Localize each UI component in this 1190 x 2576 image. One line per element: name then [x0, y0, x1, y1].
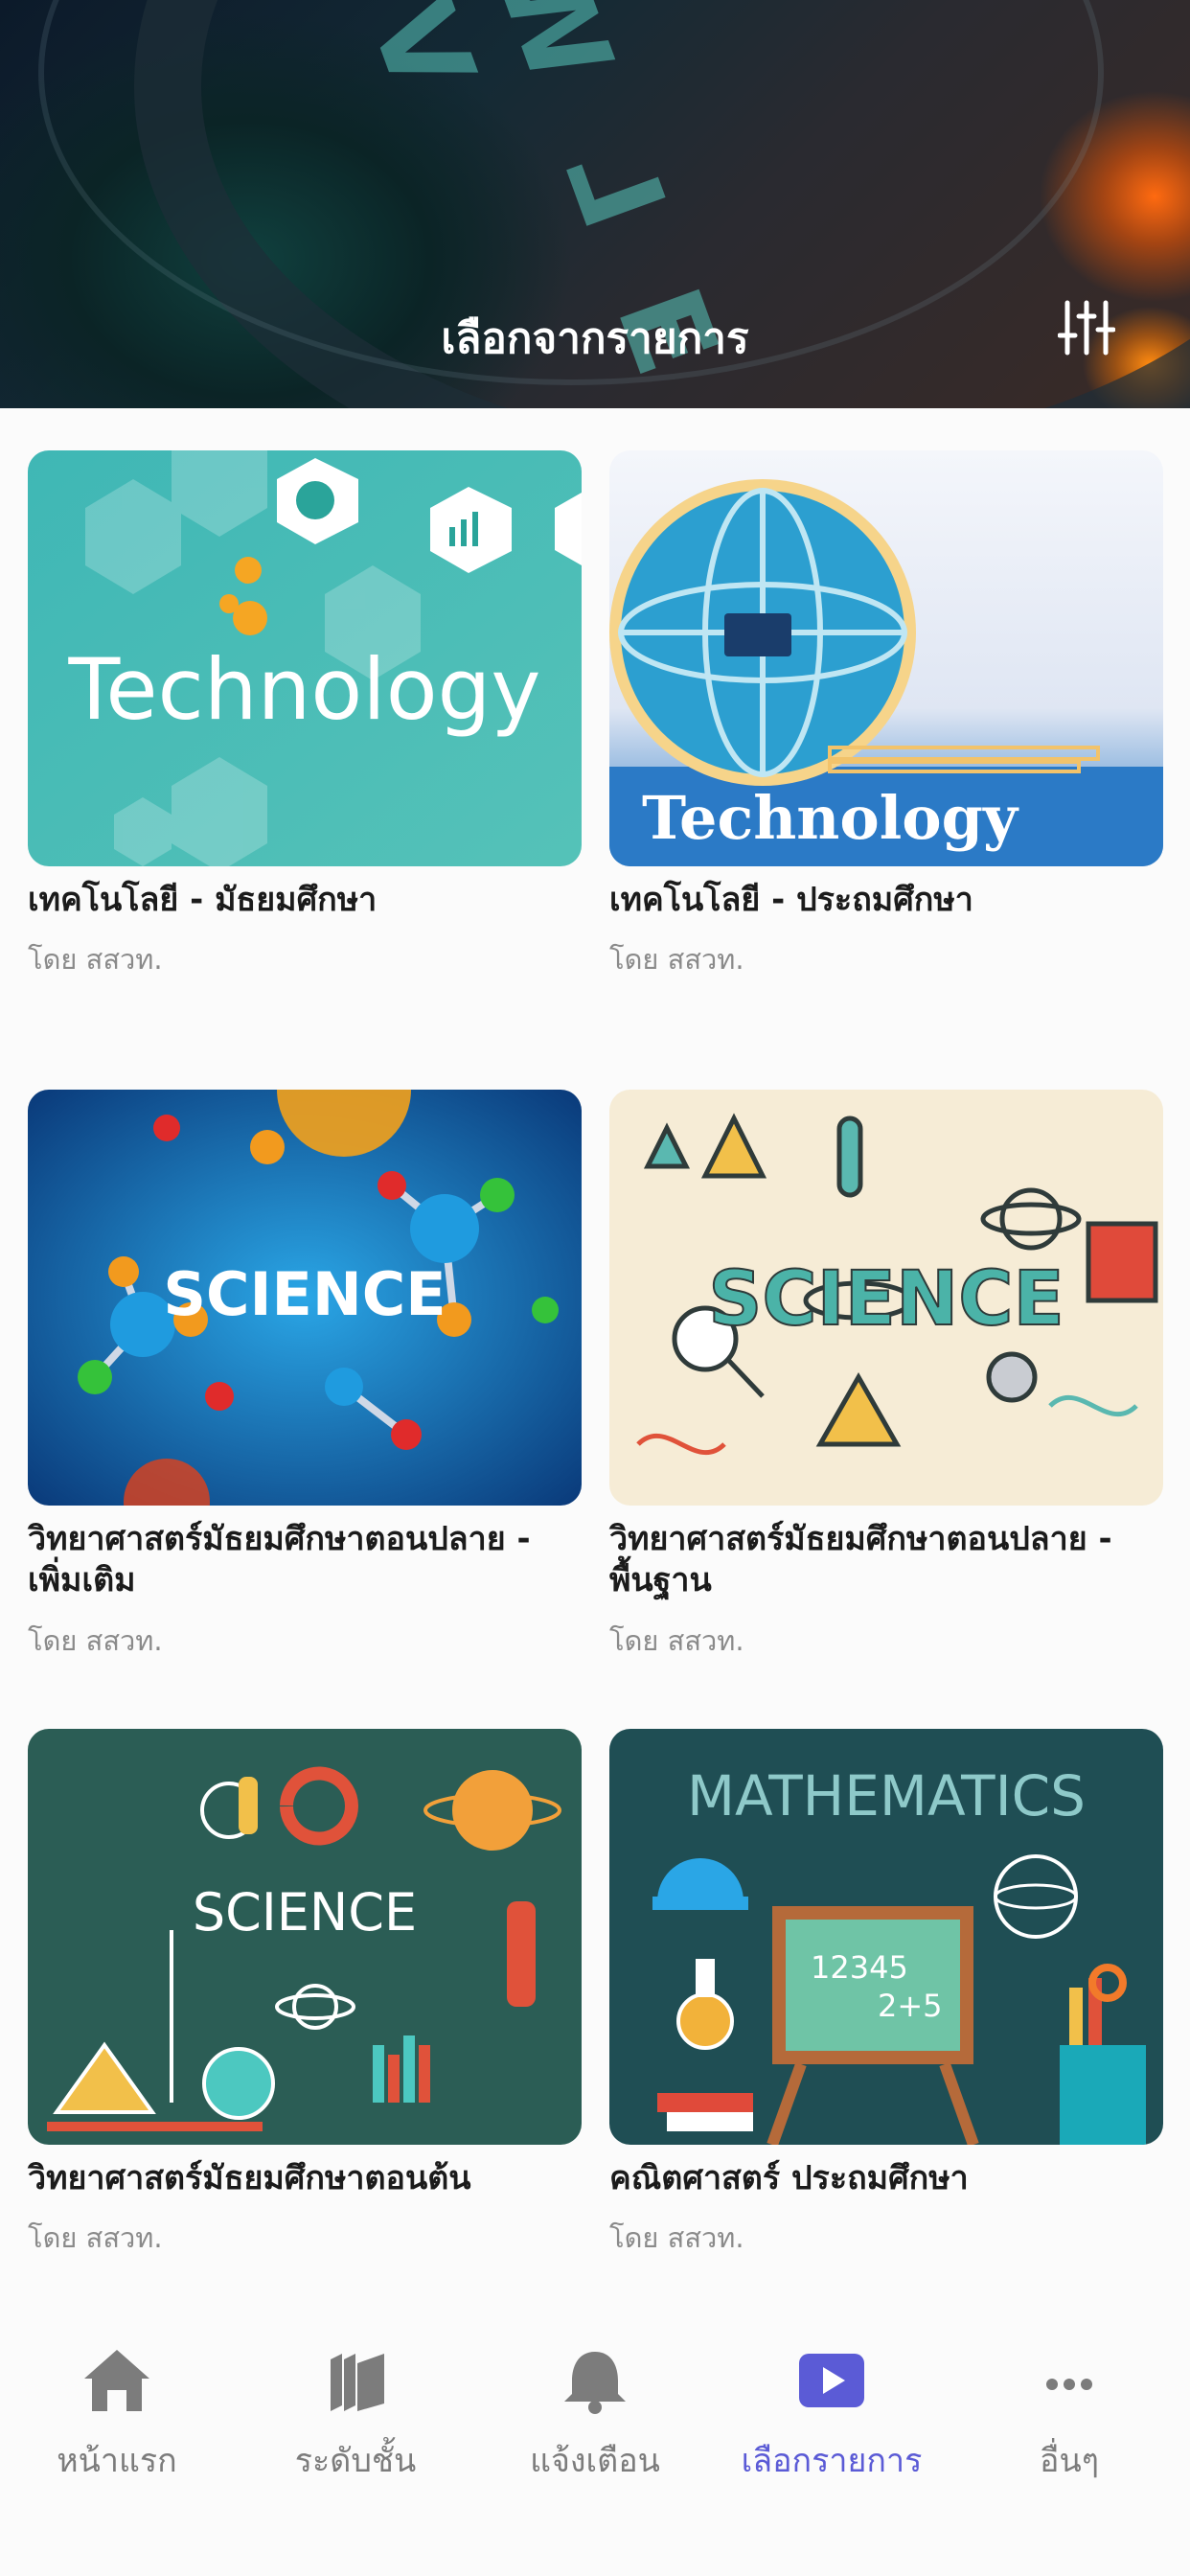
card-thumbnail: MATHEMATICS 12345 2+5	[609, 1729, 1163, 2145]
board-bottom-text: 2+5	[878, 1988, 943, 2024]
bottom-navigation: หน้าแรก ระดับชั้น แจ้งเตือน เลือกรายการ …	[0, 2319, 1190, 2576]
course-title: เทคโนโลยี - มัธยมศึกษา	[28, 881, 378, 919]
card-thumbnail: Technology	[28, 450, 582, 866]
nav-item-notifications[interactable]: แจ้งเตือน	[490, 2346, 700, 2480]
filter-button[interactable]	[1057, 299, 1116, 356]
course-author: โดย สสวท.	[609, 1624, 744, 1657]
thumbnail-text: SCIENCE	[193, 1882, 417, 1943]
header-banner: W ⅃ E V เลือกจากรายการ	[0, 0, 1190, 408]
course-author: โดย สสวท.	[28, 1624, 163, 1657]
home-icon	[84, 2350, 149, 2411]
bell-icon	[564, 2352, 626, 2414]
nav-label: อื่นๆ	[1040, 2442, 1099, 2480]
nav-item-grade-levels[interactable]: ระดับชั้น	[250, 2346, 461, 2480]
course-title: วิทยาศาสตร์มัธยมศึกษาตอนต้น	[28, 2159, 471, 2197]
card-thumbnail: SCIENCE	[28, 1090, 582, 1506]
course-author: โดย สสวท.	[28, 2221, 163, 2254]
page-title: เลือกจากรายการ	[441, 314, 749, 363]
nav-label: เลือกรายการ	[741, 2442, 923, 2480]
nav-item-home[interactable]: หน้าแรก	[11, 2346, 222, 2480]
nav-label: หน้าแรก	[57, 2442, 177, 2480]
course-title: วิทยาศาสตร์มัธยมศึกษาตอนปลาย - พื้นฐาน	[609, 1520, 1112, 1599]
nav-item-more[interactable]: อื่นๆ	[964, 2346, 1175, 2480]
card-thumbnail: SCIENCE	[609, 1090, 1163, 1506]
nav-label: แจ้งเตือน	[530, 2442, 660, 2480]
course-title: เทคโนโลยี - ประถมศึกษา	[609, 881, 973, 919]
course-title: คณิตศาสตร์ ประถมศึกษา	[609, 2159, 969, 2197]
play-icon	[799, 2354, 864, 2407]
sliders-icon	[1057, 300, 1116, 356]
thumbnail-text: MATHEMATICS	[687, 1763, 1086, 1828]
more-icon	[1046, 2379, 1092, 2390]
thumbnail-text: Technology	[68, 640, 541, 739]
nav-item-select-list[interactable]: เลือกรายการ	[726, 2346, 937, 2480]
thumbnail-text: Technology	[642, 783, 1019, 853]
board-top-text: 12345	[811, 1949, 908, 1986]
course-author: โดย สสวท.	[609, 2221, 744, 2254]
nav-label: ระดับชั้น	[294, 2442, 417, 2480]
course-author: โดย สสวท.	[609, 943, 744, 976]
card-thumbnail: SCIENCE	[28, 1729, 582, 2145]
thumbnail-text: SCIENCE	[708, 1256, 1064, 1343]
course-author: โดย สสวท.	[28, 943, 163, 976]
thumbnail-text: SCIENCE	[163, 1259, 446, 1329]
card-thumbnail: Technology	[609, 450, 1163, 866]
course-title: วิทยาศาสตร์มัธยมศึกษาตอนปลาย - เพิ่มเติม	[28, 1520, 531, 1599]
books-icon	[331, 2354, 384, 2411]
